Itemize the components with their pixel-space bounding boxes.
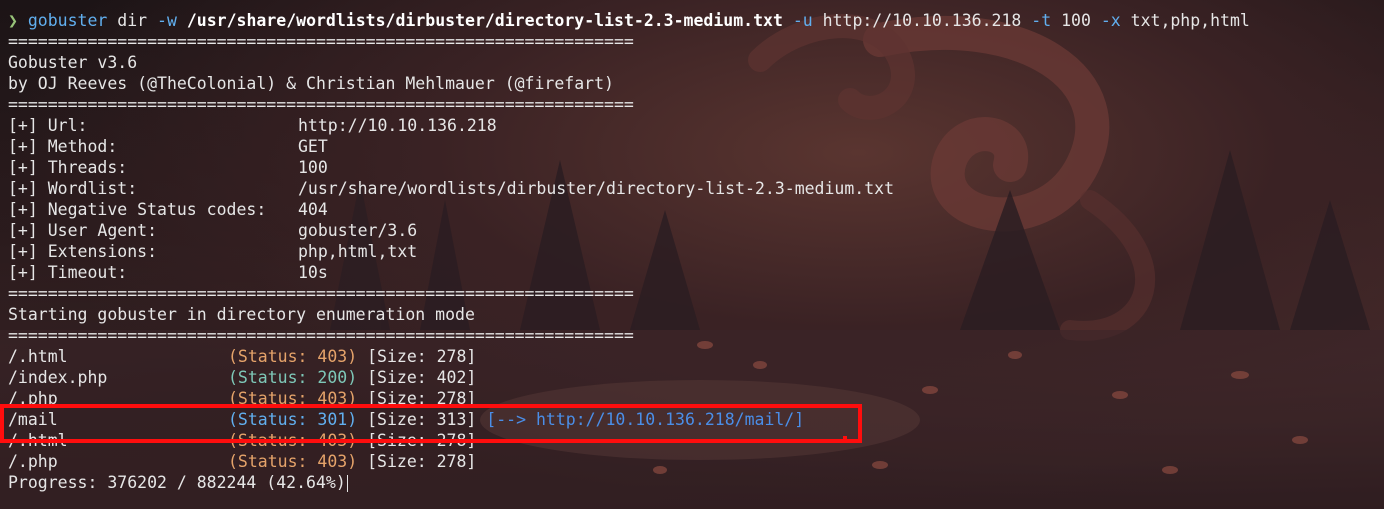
command-program: gobuster	[27, 11, 108, 30]
url-arg: http://10.10.136.218	[822, 11, 1022, 30]
banner-title: Gobuster v3.6	[8, 53, 138, 72]
config-label: [+] Method:	[8, 137, 118, 156]
config-value: 404	[298, 200, 328, 219]
config-value: gobuster/3.6	[298, 221, 418, 240]
config-value: GET	[298, 137, 328, 156]
result-status: (Status: 403)	[228, 452, 358, 471]
separator-line: ========================================…	[8, 326, 634, 345]
progress-text: Progress: 376202 / 882244 (42.64%)	[8, 473, 346, 492]
config-value: 10s	[298, 263, 328, 282]
result-size: [Size: 278]	[367, 452, 477, 471]
command-line: ❯ gobuster dir -w /usr/share/wordlists/d…	[8, 10, 1384, 31]
extensions-flag: -x	[1100, 11, 1121, 30]
config-value: php,html,txt	[298, 242, 418, 261]
config-row: [+] Timeout: 10s	[8, 262, 1384, 283]
config-row: [+] Extensions: php,html,txt	[8, 241, 1384, 262]
extensions-arg: txt,php,html	[1130, 11, 1250, 30]
config-label: [+] Url:	[8, 116, 88, 135]
separator-line: ========================================…	[8, 284, 634, 303]
config-label: [+] Threads:	[8, 158, 128, 177]
config-row: [+] Method: GET	[8, 136, 1384, 157]
banner-authors: by OJ Reeves (@TheColonial) & Christian …	[8, 74, 614, 93]
config-label: [+] Extensions:	[8, 242, 158, 261]
config-value: http://10.10.136.218	[298, 116, 497, 135]
wordlist-path: /usr/share/wordlists/dirbuster/directory…	[186, 11, 783, 30]
config-row: [+] Url: http://10.10.136.218	[8, 115, 1384, 136]
config-row: [+] Negative Status codes: 404	[8, 199, 1384, 220]
config-row: [+] Wordlist: /usr/share/wordlists/dirbus…	[8, 178, 1384, 199]
result-path: /index.php	[8, 368, 108, 387]
prompt-icon: ❯	[8, 11, 18, 30]
command-subcommand: dir	[117, 11, 148, 30]
result-row: /.html (Status: 403) [Size: 278]	[8, 346, 1384, 367]
config-label: [+] Negative Status codes:	[8, 200, 267, 219]
config-value: 100	[298, 158, 328, 177]
start-message: Starting gobuster in directory enumerati…	[8, 305, 475, 324]
config-value: /usr/share/wordlists/dirbuster/directory…	[298, 179, 895, 198]
config-label: [+] User Agent:	[8, 221, 158, 240]
threads-flag: -t	[1031, 11, 1052, 30]
result-size: [Size: 278]	[367, 347, 477, 366]
separator-line: ========================================…	[8, 32, 634, 51]
highlight-annotation-box	[0, 404, 862, 443]
threads-arg: 100	[1061, 11, 1091, 30]
result-row: /.php (Status: 403) [Size: 278]	[8, 451, 1384, 472]
config-row: [+] Threads: 100	[8, 157, 1384, 178]
highlight-annotation-dot	[843, 436, 847, 440]
result-path: /.html	[8, 347, 68, 366]
result-row: /index.php (Status: 200) [Size: 402]	[8, 367, 1384, 388]
config-label: [+] Wordlist:	[8, 179, 138, 198]
config-row: [+] User Agent: gobuster/3.6	[8, 220, 1384, 241]
result-path: /.php	[8, 452, 58, 471]
result-size: [Size: 402]	[367, 368, 477, 387]
config-label: [+] Timeout:	[8, 263, 128, 282]
result-status: (Status: 200)	[228, 368, 358, 387]
progress-line: Progress: 376202 / 882244 (42.64%)	[8, 472, 1384, 493]
result-status: (Status: 403)	[228, 347, 358, 366]
wordlist-flag: -w	[157, 11, 177, 30]
url-flag: -u	[792, 11, 813, 30]
separator-line: ========================================…	[8, 95, 634, 114]
text-cursor	[346, 475, 348, 492]
